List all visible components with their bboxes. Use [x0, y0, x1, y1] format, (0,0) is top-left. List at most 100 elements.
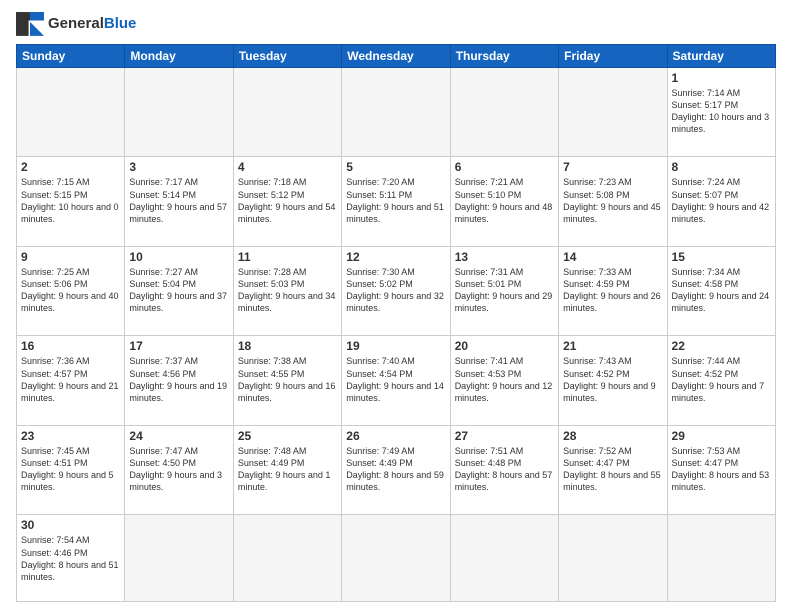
week-row-6: 30 Sunrise: 7:54 AM Sunset: 4:46 PM Dayli… — [17, 515, 776, 602]
day-info: Sunrise: 7:48 AM Sunset: 4:49 PM Dayligh… — [238, 445, 337, 494]
day-info: Sunrise: 7:27 AM Sunset: 5:04 PM Dayligh… — [129, 266, 228, 315]
day-cell: 4Sunrise: 7:18 AM Sunset: 5:12 PM Daylig… — [233, 157, 341, 246]
day-number: 21 — [563, 339, 662, 353]
day-info: Sunrise: 7:21 AM Sunset: 5:10 PM Dayligh… — [455, 176, 554, 225]
page: GeneralBlue SundayMondayTuesdayWednesday… — [0, 0, 792, 612]
day-info: Sunrise: 7:40 AM Sunset: 4:54 PM Dayligh… — [346, 355, 445, 404]
day-number: 20 — [455, 339, 554, 353]
calendar: SundayMondayTuesdayWednesdayThursdayFrid… — [16, 44, 776, 602]
day-cell: 19Sunrise: 7:40 AM Sunset: 4:54 PM Dayli… — [342, 336, 450, 425]
day-number: 8 — [672, 160, 771, 174]
day-number: 18 — [238, 339, 337, 353]
day-cell: 28Sunrise: 7:52 AM Sunset: 4:47 PM Dayli… — [559, 425, 667, 514]
day-number: 9 — [21, 250, 120, 264]
day-cell: 20 Sunrise: 7:41 AM Sunset: 4:53 PM Dayli… — [450, 336, 558, 425]
day-info: Sunrise: 7:24 AM Sunset: 5:07 PM Dayligh… — [672, 176, 771, 225]
day-number: 26 — [346, 429, 445, 443]
day-number: 2 — [21, 160, 120, 174]
day-cell: 5 Sunrise: 7:20 AM Sunset: 5:11 PM Daylig… — [342, 157, 450, 246]
weekday-header-tuesday: Tuesday — [233, 45, 341, 68]
logo-text: GeneralBlue — [48, 16, 136, 33]
day-cell — [559, 68, 667, 157]
day-number: 16 — [21, 339, 120, 353]
day-cell: 7Sunrise: 7:23 AM Sunset: 5:08 PM Daylig… — [559, 157, 667, 246]
day-info: Sunrise: 7:45 AM Sunset: 4:51 PM Dayligh… — [21, 445, 120, 494]
weekday-header-thursday: Thursday — [450, 45, 558, 68]
week-row-5: 23 Sunrise: 7:45 AM Sunset: 4:51 PM Dayli… — [17, 425, 776, 514]
day-cell: 23 Sunrise: 7:45 AM Sunset: 4:51 PM Dayli… — [17, 425, 125, 514]
weekday-header-sunday: Sunday — [17, 45, 125, 68]
day-number: 23 — [21, 429, 120, 443]
week-row-2: 2 Sunrise: 7:15 AM Sunset: 5:15 PM Daylig… — [17, 157, 776, 246]
day-number: 12 — [346, 250, 445, 264]
week-row-1: 1Sunrise: 7:14 AM Sunset: 5:17 PM Daylig… — [17, 68, 776, 157]
day-cell — [17, 68, 125, 157]
day-cell: 18 Sunrise: 7:38 AM Sunset: 4:55 PM Dayli… — [233, 336, 341, 425]
day-cell: 14 Sunrise: 7:33 AM Sunset: 4:59 PM Dayli… — [559, 246, 667, 335]
day-info: Sunrise: 7:25 AM Sunset: 5:06 PM Dayligh… — [21, 266, 120, 315]
day-info: Sunrise: 7:47 AM Sunset: 4:50 PM Dayligh… — [129, 445, 228, 494]
day-info: Sunrise: 7:49 AM Sunset: 4:49 PM Dayligh… — [346, 445, 445, 494]
day-cell — [125, 515, 233, 602]
day-cell: 2 Sunrise: 7:15 AM Sunset: 5:15 PM Daylig… — [17, 157, 125, 246]
weekday-header-row: SundayMondayTuesdayWednesdayThursdayFrid… — [17, 45, 776, 68]
day-info: Sunrise: 7:44 AM Sunset: 4:52 PM Dayligh… — [672, 355, 771, 404]
day-cell: 9 Sunrise: 7:25 AM Sunset: 5:06 PM Daylig… — [17, 246, 125, 335]
day-cell: 16Sunrise: 7:36 AM Sunset: 4:57 PM Dayli… — [17, 336, 125, 425]
day-cell — [125, 68, 233, 157]
day-cell — [450, 68, 558, 157]
day-cell: 22 Sunrise: 7:44 AM Sunset: 4:52 PM Dayli… — [667, 336, 775, 425]
day-info: Sunrise: 7:28 AM Sunset: 5:03 PM Dayligh… — [238, 266, 337, 315]
day-number: 30 — [21, 518, 120, 532]
day-cell: 30 Sunrise: 7:54 AM Sunset: 4:46 PM Dayli… — [17, 515, 125, 602]
day-number: 28 — [563, 429, 662, 443]
day-number: 13 — [455, 250, 554, 264]
day-info: Sunrise: 7:31 AM Sunset: 5:01 PM Dayligh… — [455, 266, 554, 315]
day-info: Sunrise: 7:37 AM Sunset: 4:56 PM Dayligh… — [129, 355, 228, 404]
day-info: Sunrise: 7:54 AM Sunset: 4:46 PM Dayligh… — [21, 534, 120, 583]
day-number: 17 — [129, 339, 228, 353]
day-info: Sunrise: 7:17 AM Sunset: 5:14 PM Dayligh… — [129, 176, 228, 225]
day-number: 25 — [238, 429, 337, 443]
day-number: 10 — [129, 250, 228, 264]
day-info: Sunrise: 7:23 AM Sunset: 5:08 PM Dayligh… — [563, 176, 662, 225]
day-cell: 25 Sunrise: 7:48 AM Sunset: 4:49 PM Dayli… — [233, 425, 341, 514]
day-cell — [667, 515, 775, 602]
day-cell: 6 Sunrise: 7:21 AM Sunset: 5:10 PM Daylig… — [450, 157, 558, 246]
week-row-3: 9 Sunrise: 7:25 AM Sunset: 5:06 PM Daylig… — [17, 246, 776, 335]
day-number: 27 — [455, 429, 554, 443]
day-cell: 12Sunrise: 7:30 AM Sunset: 5:02 PM Dayli… — [342, 246, 450, 335]
day-cell: 8 Sunrise: 7:24 AM Sunset: 5:07 PM Daylig… — [667, 157, 775, 246]
day-cell: 3 Sunrise: 7:17 AM Sunset: 5:14 PM Daylig… — [125, 157, 233, 246]
day-number: 24 — [129, 429, 228, 443]
day-cell: 10 Sunrise: 7:27 AM Sunset: 5:04 PM Dayli… — [125, 246, 233, 335]
weekday-header-saturday: Saturday — [667, 45, 775, 68]
day-cell: 1Sunrise: 7:14 AM Sunset: 5:17 PM Daylig… — [667, 68, 775, 157]
day-number: 6 — [455, 160, 554, 174]
day-info: Sunrise: 7:33 AM Sunset: 4:59 PM Dayligh… — [563, 266, 662, 315]
day-cell — [342, 515, 450, 602]
header: GeneralBlue — [16, 12, 776, 36]
day-cell — [559, 515, 667, 602]
day-info: Sunrise: 7:51 AM Sunset: 4:48 PM Dayligh… — [455, 445, 554, 494]
day-number: 3 — [129, 160, 228, 174]
day-info: Sunrise: 7:43 AM Sunset: 4:52 PM Dayligh… — [563, 355, 662, 404]
weekday-header-monday: Monday — [125, 45, 233, 68]
day-cell: 29Sunrise: 7:53 AM Sunset: 4:47 PM Dayli… — [667, 425, 775, 514]
day-info: Sunrise: 7:38 AM Sunset: 4:55 PM Dayligh… — [238, 355, 337, 404]
day-info: Sunrise: 7:15 AM Sunset: 5:15 PM Dayligh… — [21, 176, 120, 225]
day-number: 15 — [672, 250, 771, 264]
day-info: Sunrise: 7:20 AM Sunset: 5:11 PM Dayligh… — [346, 176, 445, 225]
day-info: Sunrise: 7:14 AM Sunset: 5:17 PM Dayligh… — [672, 87, 771, 136]
day-number: 29 — [672, 429, 771, 443]
day-number: 5 — [346, 160, 445, 174]
day-info: Sunrise: 7:41 AM Sunset: 4:53 PM Dayligh… — [455, 355, 554, 404]
day-cell: 11Sunrise: 7:28 AM Sunset: 5:03 PM Dayli… — [233, 246, 341, 335]
day-number: 22 — [672, 339, 771, 353]
day-cell: 15Sunrise: 7:34 AM Sunset: 4:58 PM Dayli… — [667, 246, 775, 335]
week-row-4: 16Sunrise: 7:36 AM Sunset: 4:57 PM Dayli… — [17, 336, 776, 425]
day-info: Sunrise: 7:18 AM Sunset: 5:12 PM Dayligh… — [238, 176, 337, 225]
day-cell — [450, 515, 558, 602]
day-number: 14 — [563, 250, 662, 264]
day-cell: 27 Sunrise: 7:51 AM Sunset: 4:48 PM Dayli… — [450, 425, 558, 514]
